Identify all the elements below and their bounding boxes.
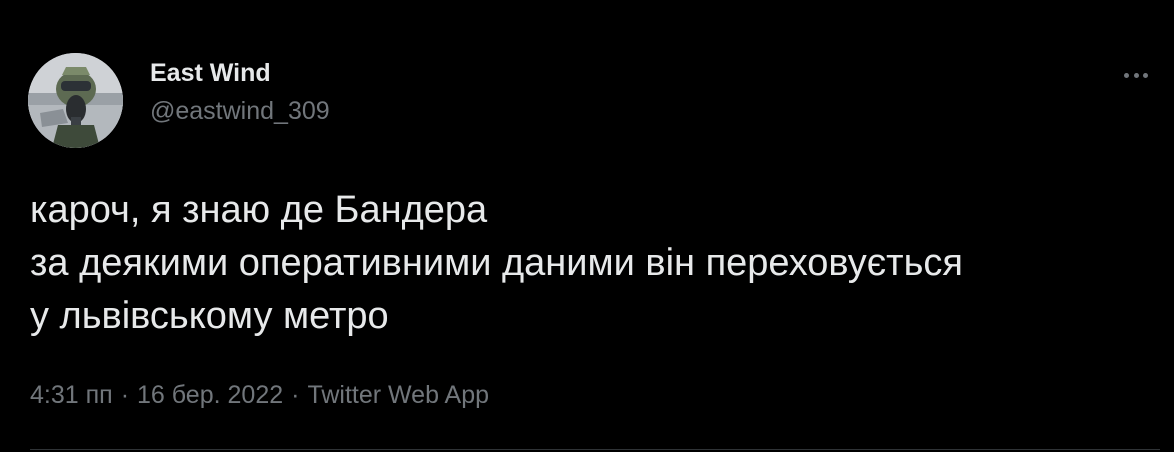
separator: · — [120, 381, 130, 409]
more-horizontal-icon — [1124, 72, 1129, 78]
tweet-text-line: у львівському метро — [30, 295, 389, 337]
tweet-metadata: 4:31 пп · 16 бер. 2022 · Twitter Web App — [30, 380, 489, 410]
divider — [30, 449, 1160, 450]
avatar-image — [28, 53, 123, 148]
tweet-time[interactable]: 4:31 пп — [30, 381, 113, 409]
tweet-source[interactable]: Twitter Web App — [307, 381, 489, 409]
tweet-text-line: за деякими оперативними даними він перех… — [30, 242, 963, 284]
more-horizontal-icon — [1143, 72, 1148, 78]
more-horizontal-icon — [1133, 72, 1139, 78]
author-handle[interactable]: @eastwind_309 — [150, 96, 330, 126]
tweet-text-line: кароч, я знаю де Бандера — [30, 189, 488, 231]
tweet-author: East Wind @eastwind_309 — [150, 58, 330, 126]
tweet-text: кароч, я знаю де Бандера за деякими опер… — [30, 184, 1160, 343]
separator: · — [291, 381, 300, 409]
tweet-card: East Wind @eastwind_309 кароч, я знаю де… — [0, 0, 1174, 452]
avatar[interactable] — [28, 53, 123, 148]
more-options-button[interactable] — [1124, 66, 1148, 84]
tweet-date[interactable]: 16 бер. 2022 — [137, 381, 283, 409]
author-display-name[interactable]: East Wind — [150, 58, 330, 88]
